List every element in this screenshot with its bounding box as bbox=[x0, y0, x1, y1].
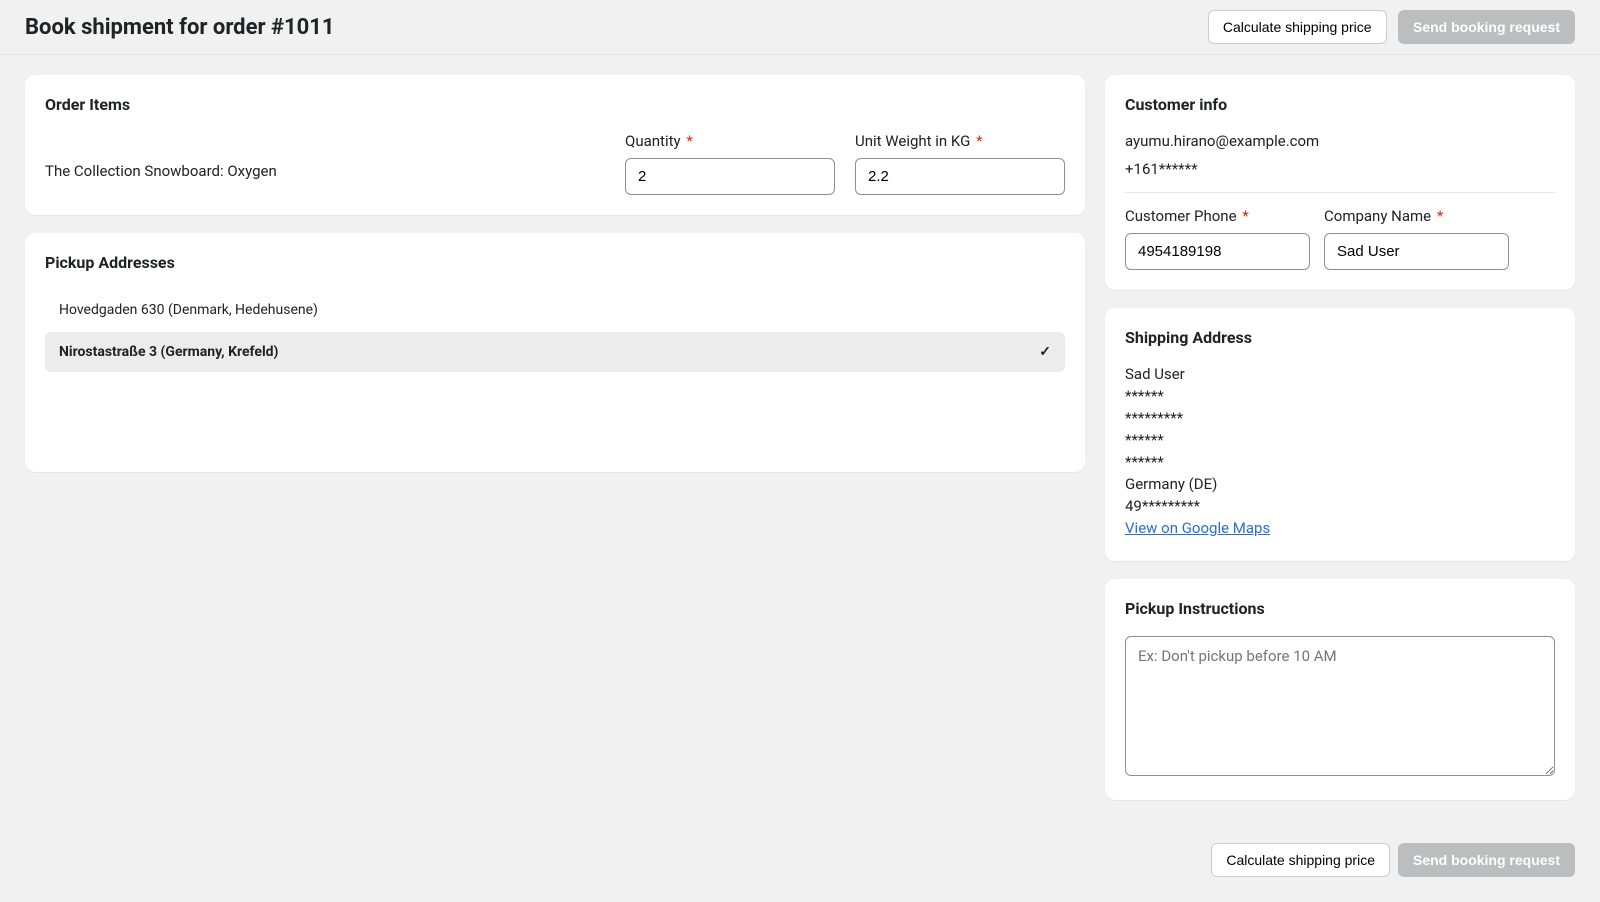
send-booking-request-button-bottom[interactable]: Send booking request bbox=[1398, 843, 1575, 877]
divider bbox=[1125, 192, 1555, 193]
shipping-line: 49********* bbox=[1125, 497, 1555, 515]
top-bar: Book shipment for order #1011 Calculate … bbox=[0, 0, 1600, 55]
shipping-address-card: Shipping Address Sad User ****** *******… bbox=[1105, 308, 1575, 561]
view-on-google-maps-link[interactable]: View on Google Maps bbox=[1125, 519, 1270, 537]
shipping-line: ****** bbox=[1125, 453, 1555, 471]
customer-email: ayumu.hirano@example.com bbox=[1125, 132, 1555, 150]
quantity-input[interactable] bbox=[625, 158, 835, 195]
customer-info-card: Customer info ayumu.hirano@example.com +… bbox=[1105, 75, 1575, 290]
customer-phone-input[interactable] bbox=[1125, 233, 1310, 270]
quantity-label: Quantity * bbox=[625, 132, 835, 150]
right-column: Customer info ayumu.hirano@example.com +… bbox=[1105, 75, 1575, 818]
pickup-address-label: Nirostastraße 3 (Germany, Krefeld) bbox=[59, 344, 278, 360]
shipping-line: ****** bbox=[1125, 387, 1555, 405]
pickup-address-option[interactable]: Hovedgaden 630 (Denmark, Hedehusene) bbox=[45, 290, 1065, 330]
check-icon: ✓ bbox=[1039, 344, 1051, 360]
quantity-field: Quantity * bbox=[625, 132, 835, 195]
send-booking-request-button[interactable]: Send booking request bbox=[1398, 10, 1575, 44]
customer-phone-label: Customer Phone * bbox=[1125, 207, 1310, 225]
pickup-instructions-title: Pickup Instructions bbox=[1125, 599, 1555, 618]
pickup-instructions-card: Pickup Instructions bbox=[1105, 579, 1575, 800]
faded-placeholder bbox=[45, 372, 1065, 452]
order-item-name: The Collection Snowboard: Oxygen bbox=[45, 132, 605, 180]
calculate-shipping-price-button[interactable]: Calculate shipping price bbox=[1208, 10, 1387, 44]
left-column: Order Items The Collection Snowboard: Ox… bbox=[25, 75, 1085, 818]
pickup-instructions-textarea[interactable] bbox=[1125, 636, 1555, 776]
shipping-line: Sad User bbox=[1125, 365, 1555, 383]
company-name-label: Company Name * bbox=[1324, 207, 1509, 225]
bottom-bar: Calculate shipping price Send booking re… bbox=[0, 843, 1600, 902]
layout: Order Items The Collection Snowboard: Ox… bbox=[0, 55, 1600, 843]
shipping-address-title: Shipping Address bbox=[1125, 328, 1555, 347]
calculate-shipping-price-button-bottom[interactable]: Calculate shipping price bbox=[1211, 843, 1390, 877]
pickup-address-option-selected[interactable]: Nirostastraße 3 (Germany, Krefeld) ✓ bbox=[45, 332, 1065, 372]
shipping-address-block: Sad User ****** ********* ****** ****** … bbox=[1125, 365, 1555, 537]
pickup-addresses-card: Pickup Addresses Hovedgaden 630 (Denmark… bbox=[25, 233, 1085, 472]
pickup-addresses-title: Pickup Addresses bbox=[45, 253, 1065, 272]
shipping-line: Germany (DE) bbox=[1125, 475, 1555, 493]
company-name-input[interactable] bbox=[1324, 233, 1509, 270]
page-title: Book shipment for order #1011 bbox=[25, 15, 335, 40]
weight-label: Unit Weight in KG * bbox=[855, 132, 1065, 150]
order-items-card: Order Items The Collection Snowboard: Ox… bbox=[25, 75, 1085, 215]
company-name-field: Company Name * bbox=[1324, 207, 1509, 270]
order-items-title: Order Items bbox=[45, 95, 1065, 114]
weight-field: Unit Weight in KG * bbox=[855, 132, 1065, 195]
shipping-line: ****** bbox=[1125, 431, 1555, 449]
customer-info-title: Customer info bbox=[1125, 95, 1555, 114]
customer-phone-masked: +161****** bbox=[1125, 160, 1555, 178]
top-actions: Calculate shipping price Send booking re… bbox=[1208, 10, 1575, 44]
order-item-row: The Collection Snowboard: Oxygen Quantit… bbox=[45, 132, 1065, 195]
pickup-address-label: Hovedgaden 630 (Denmark, Hedehusene) bbox=[59, 302, 318, 318]
weight-input[interactable] bbox=[855, 158, 1065, 195]
customer-phone-field: Customer Phone * bbox=[1125, 207, 1310, 270]
customer-fields: Customer Phone * Company Name * bbox=[1125, 207, 1555, 270]
shipping-line: ********* bbox=[1125, 409, 1555, 427]
pickup-address-list: Hovedgaden 630 (Denmark, Hedehusene) Nir… bbox=[45, 290, 1065, 372]
